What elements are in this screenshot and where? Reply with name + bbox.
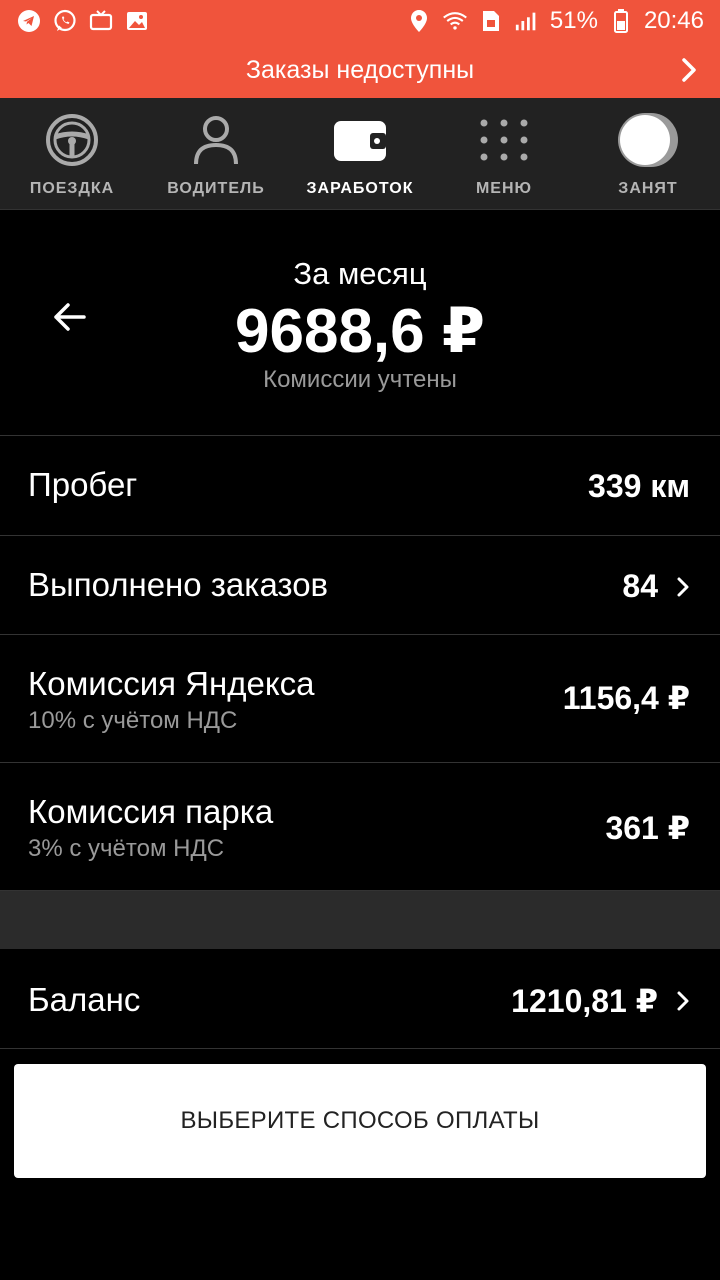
row-mileage-value-wrap: 339 км [588,468,690,505]
nav-item-driver[interactable]: ВОДИТЕЛЬ [144,98,288,209]
nav-item-trip[interactable]: ПОЕЗДКА [0,98,144,209]
row-balance-value: 1210,81 ₽ [511,983,658,1019]
nav-item-busy[interactable]: ЗАНЯТ [576,98,720,209]
sim-icon [478,8,504,34]
earnings-summary: За месяц 9688,6 ₽ Комиссии учтены [0,210,720,436]
row-balance-title: Баланс [28,981,141,1018]
wallet-icon [330,112,390,168]
top-header: 51% 20:46 Заказы недоступны [0,0,720,98]
clock: 20:46 [643,7,704,34]
nav-item-menu[interactable]: МЕНЮ [432,98,576,209]
row-yandex-commission: Комиссия Яндекса 10% с учётом НДС 1156,4… [0,635,720,763]
chevron-right-icon [682,58,696,82]
row-balance-value-wrap: 1210,81 ₽ [511,982,690,1020]
row-mileage-title: Пробег [28,466,138,503]
chevron-right-icon [677,991,689,1011]
steering-wheel-icon [42,112,102,168]
row-orders-value: 84 [622,568,658,604]
summary-amount: 9688,6 ₽ [235,297,485,366]
row-park-commission: Комиссия парка 3% с учётом НДС 361 ₽ [0,763,720,891]
toggle-knob [620,115,670,165]
telegram-icon [16,8,42,34]
battery-icon [608,8,634,34]
choose-payment-method-label: ВЫБЕРИТЕ СПОСОБ ОПЛАТЫ [180,1107,540,1134]
row-yandex-commission-value: 1156,4 ₽ [562,680,690,716]
row-balance[interactable]: Баланс 1210,81 ₽ [0,949,720,1049]
nav-label-menu: МЕНЮ [475,180,533,197]
busy-toggle[interactable] [618,112,678,168]
status-bar: 51% 20:46 [0,0,720,42]
orders-unavailable-banner[interactable]: Заказы недоступны [0,42,720,98]
row-park-commission-title: Комиссия парка [28,793,274,830]
nav-item-earnings[interactable]: ЗАРАБОТОК [288,98,432,209]
section-divider [0,891,720,949]
banner-text: Заказы недоступны [245,55,475,84]
nav-label-driver: ВОДИТЕЛЬ [167,180,265,197]
row-orders-title: Выполнено заказов [28,566,329,603]
gallery-icon [124,8,150,34]
nav-label-busy: ЗАНЯТ [618,180,678,197]
row-park-commission-value-wrap: 361 ₽ [605,809,690,847]
nav-label-trip: ПОЕЗДКА [29,180,115,197]
toggle-track [618,113,678,167]
wifi-icon [442,8,468,34]
nav-label-earnings: ЗАРАБОТОК [306,180,414,197]
row-park-commission-subtitle: 3% с учётом НДС [28,835,225,862]
row-orders[interactable]: Выполнено заказов 84 [0,536,720,635]
choose-payment-method-button[interactable]: ВЫБЕРИТЕ СПОСОБ ОПЛАТЫ [14,1064,706,1178]
location-icon [406,8,432,34]
row-park-commission-value: 361 ₽ [605,810,690,846]
row-yandex-commission-value-wrap: 1156,4 ₽ [563,679,690,717]
row-mileage: Пробег 339 км [0,436,720,536]
row-yandex-commission-subtitle: 10% с учётом НДС [28,707,238,734]
row-mileage-value: 339 км [588,468,690,504]
summary-note: Комиссии учтены [263,366,457,393]
tv-icon [88,8,114,34]
row-orders-value-wrap: 84 [622,568,690,605]
summary-period: За месяц [293,256,427,291]
whatsapp-icon [52,8,78,34]
signal-icon [514,8,540,34]
battery-percent: 51% [549,7,598,34]
chevron-right-icon [677,577,689,596]
person-icon [186,112,246,168]
grid-icon [474,112,534,168]
row-yandex-commission-title: Комиссия Яндекса [28,665,315,702]
top-navigation: ПОЕЗДКА ВОДИТЕЛЬ ЗАРАБОТОК МЕНЮ ЗАНЯТ [0,98,720,210]
